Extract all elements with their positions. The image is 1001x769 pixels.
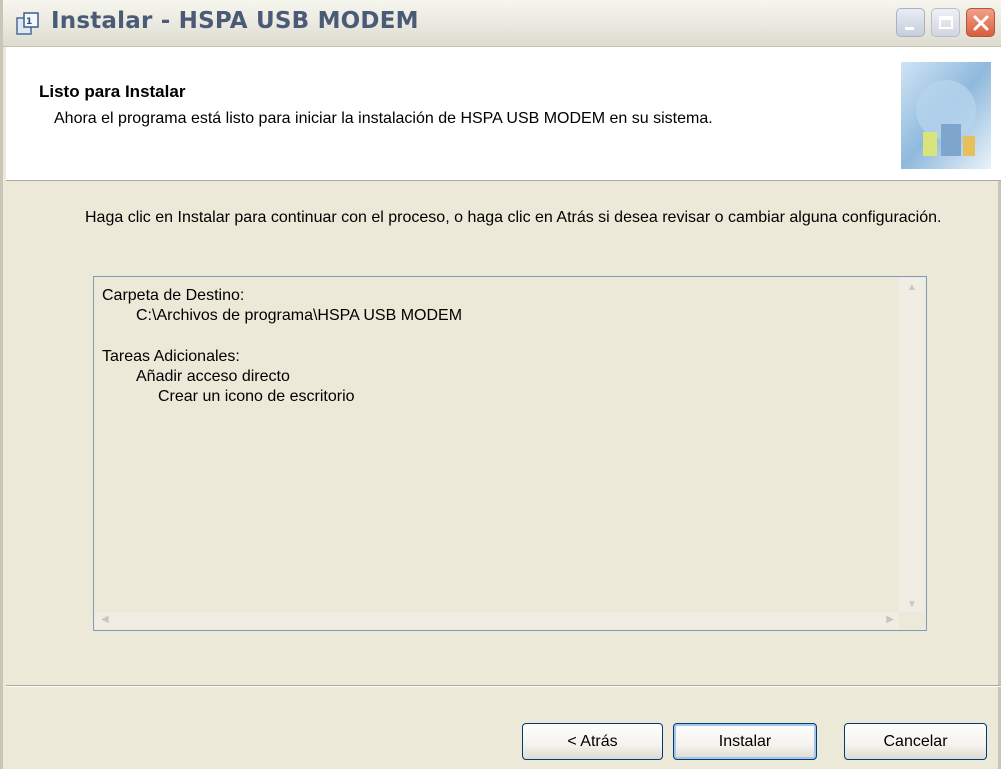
svg-text:1: 1: [26, 17, 32, 27]
minimize-icon: [905, 27, 914, 30]
instructions-text: Haga clic en Instalar para continuar con…: [85, 209, 942, 226]
memo-content: Carpeta de Destino: C:\Archivos de progr…: [102, 286, 462, 407]
window-title: Instalar - HSPA USB MODEM: [51, 8, 419, 34]
horizontal-scrollbar[interactable]: ◀ ▶: [95, 612, 900, 629]
back-button[interactable]: < Atrás: [522, 723, 663, 760]
minimize-button[interactable]: [896, 8, 925, 37]
close-icon: [973, 15, 989, 31]
tasks-label: Tareas Adicionales:: [102, 348, 240, 365]
vertical-scrollbar[interactable]: ▲ ▼: [899, 278, 925, 614]
installer-icon: 1: [15, 10, 41, 36]
task-group: Añadir acceso directo: [136, 368, 290, 385]
task-item: Crear un icono de escritorio: [158, 388, 355, 405]
scroll-right-icon[interactable]: ▶: [886, 614, 894, 625]
cancel-button[interactable]: Cancelar: [844, 723, 987, 760]
close-button[interactable]: [966, 8, 995, 37]
destination-label: Carpeta de Destino:: [102, 287, 245, 304]
page-description: Ahora el programa está listo para inicia…: [54, 110, 713, 127]
ready-memo[interactable]: Carpeta de Destino: C:\Archivos de progr…: [93, 276, 927, 631]
wizard-header: Listo para Instalar Ahora el programa es…: [6, 47, 1001, 181]
installer-window: 1 Instalar - HSPA USB MODEM Listo para I…: [0, 0, 1001, 769]
scroll-down-icon[interactable]: ▼: [907, 599, 917, 610]
scroll-up-icon[interactable]: ▲: [907, 282, 917, 293]
maximize-icon: [939, 16, 953, 29]
destination-path: C:\Archivos de programa\HSPA USB MODEM: [136, 307, 463, 324]
scroll-left-icon[interactable]: ◀: [101, 614, 109, 625]
wizard-image: [901, 62, 991, 169]
install-button[interactable]: Instalar: [673, 723, 817, 760]
maximize-button[interactable]: [931, 8, 960, 37]
scroll-corner: [899, 612, 925, 629]
title-bar[interactable]: 1 Instalar - HSPA USB MODEM: [3, 0, 1001, 47]
page-title: Listo para Instalar: [39, 82, 186, 101]
